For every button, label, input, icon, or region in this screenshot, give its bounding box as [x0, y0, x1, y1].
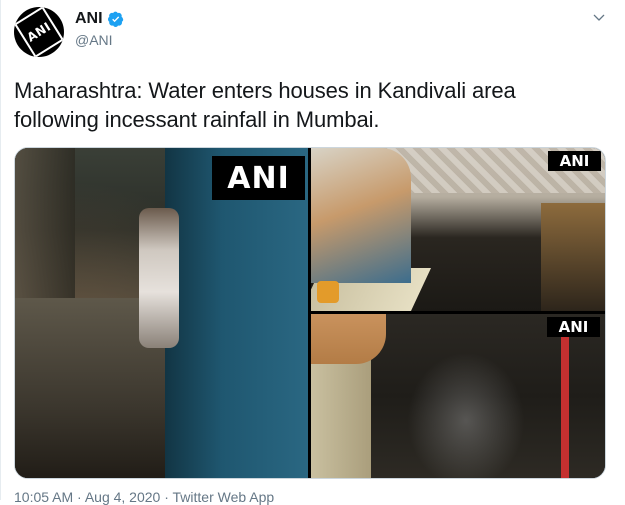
ani-watermark: ANI — [548, 151, 601, 171]
seated-person — [311, 148, 411, 283]
red-pole — [561, 334, 569, 478]
person — [139, 208, 179, 348]
verified-badge-icon — [107, 11, 123, 27]
doorway — [15, 148, 75, 298]
background-figure — [541, 203, 605, 311]
author-handle[interactable]: @ANI — [75, 32, 113, 48]
ani-watermark: ANI — [212, 156, 305, 200]
tweet-metadata: 10:05 AM · Aug 4, 2020 · Twitter Web App — [14, 489, 275, 505]
media-grid: ANI ANI ANI — [14, 147, 606, 479]
ani-watermark: ANI — [547, 317, 600, 337]
arm — [311, 314, 386, 364]
author-name-row: ANI — [75, 10, 124, 28]
bottle — [317, 281, 339, 303]
avatar[interactable]: ANI — [14, 7, 64, 57]
media-image-1[interactable]: ANI — [15, 148, 308, 478]
tweet-card: ANI ANI @ANI Maharashtra: Water enters h… — [0, 0, 625, 505]
author-name[interactable]: ANI — [75, 10, 103, 28]
chevron-down-icon[interactable] — [591, 10, 607, 26]
media-image-3[interactable]: ANI — [311, 314, 605, 478]
media-image-2[interactable]: ANI — [311, 148, 605, 311]
tweet-text: Maharashtra: Water enters houses in Kand… — [14, 78, 516, 132]
ani-logo-icon: ANI — [14, 7, 64, 57]
floodwater — [391, 334, 541, 478]
